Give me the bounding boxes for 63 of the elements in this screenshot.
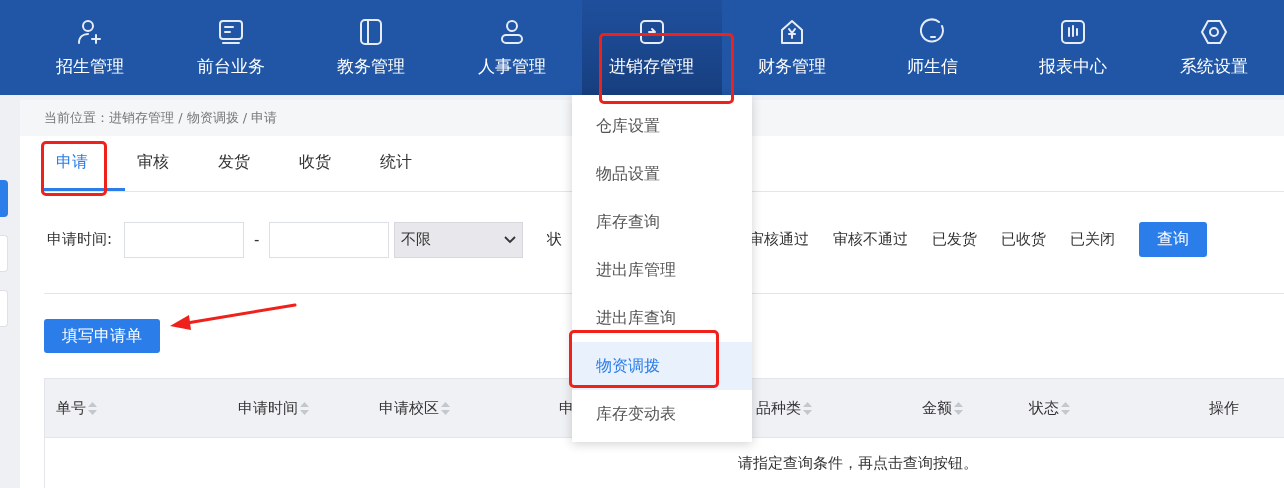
nav-label: 教务管理 bbox=[337, 55, 406, 78]
nav-label: 人事管理 bbox=[477, 55, 546, 78]
nav-item[interactable]: 师生信 bbox=[862, 0, 1004, 95]
column-header: 金额 bbox=[922, 398, 952, 418]
column-header: 品种类 bbox=[756, 398, 801, 418]
nav-item[interactable]: 前台业务 bbox=[160, 0, 301, 95]
column-header: 操作 bbox=[1209, 398, 1239, 418]
range-separator: - bbox=[254, 230, 260, 249]
empty-message: 请指定查询条件，再点击查询按钮。 bbox=[738, 453, 978, 473]
tab[interactable]: 统计 bbox=[368, 136, 449, 191]
sort-icon[interactable] bbox=[300, 401, 309, 415]
nav-item[interactable]: 人事管理 bbox=[441, 0, 582, 95]
sidebar-tab[interactable] bbox=[0, 290, 8, 327]
nav-item[interactable]: 报表中心 bbox=[1003, 0, 1144, 95]
nav-label: 报表中心 bbox=[1039, 55, 1108, 78]
tab[interactable]: 申请 bbox=[44, 136, 125, 191]
nav-label: 财务管理 bbox=[758, 55, 827, 78]
sort-icon[interactable] bbox=[88, 401, 97, 415]
nav-label: 招生管理 bbox=[56, 55, 125, 78]
date-field[interactable] bbox=[124, 221, 245, 258]
nav-item[interactable]: 教务管理 bbox=[300, 0, 442, 95]
column-header: 单号 bbox=[56, 398, 86, 418]
status-option[interactable]: 已发货 bbox=[932, 230, 978, 249]
menu-item[interactable]: 进出库查询 bbox=[572, 294, 752, 342]
status-option[interactable]: 已关闭 bbox=[1070, 230, 1116, 249]
menu-item[interactable]: 物资调拨 bbox=[572, 342, 752, 390]
menu-item[interactable]: 进出库管理 bbox=[572, 246, 752, 294]
range-select[interactable]: 不限 bbox=[394, 221, 524, 258]
nav-item[interactable]: 招生管理 bbox=[20, 0, 161, 95]
status-label: 状 bbox=[547, 230, 563, 249]
nav-item[interactable]: 进销存管理 bbox=[581, 0, 723, 95]
nav-label: 系统设置 bbox=[1179, 55, 1248, 78]
settings-icon bbox=[1198, 17, 1229, 47]
column-header: 申请时间 bbox=[238, 398, 298, 418]
menu-item[interactable]: 库存查询 bbox=[572, 198, 752, 246]
menu-item[interactable]: 物品设置 bbox=[572, 150, 752, 198]
chevron-icon bbox=[504, 235, 517, 244]
nav-label: 进销存管理 bbox=[609, 55, 695, 78]
status-option[interactable]: 审核不通过 bbox=[833, 230, 909, 249]
column-header: 申 bbox=[559, 398, 574, 418]
column-header: 状态 bbox=[1029, 398, 1059, 418]
tab[interactable]: 发货 bbox=[206, 136, 287, 191]
sort-icon[interactable] bbox=[441, 401, 450, 415]
menu-item[interactable]: 仓库设置 bbox=[572, 102, 752, 150]
sort-icon[interactable] bbox=[954, 401, 963, 415]
filter-label: 申请时间: bbox=[47, 230, 113, 249]
nav-label: 师生信 bbox=[907, 55, 959, 78]
nav-item[interactable]: 系统设置 bbox=[1143, 0, 1284, 95]
highlight-frame bbox=[41, 141, 107, 196]
search-button[interactable]: 查询 bbox=[1139, 222, 1208, 257]
sort-icon[interactable] bbox=[1061, 401, 1070, 415]
tab[interactable]: 收货 bbox=[287, 136, 368, 191]
sort-icon[interactable] bbox=[803, 401, 812, 415]
nav-item[interactable]: 财务管理 bbox=[722, 0, 863, 95]
column-header: 申请校区 bbox=[379, 398, 439, 418]
tab[interactable]: 审核 bbox=[125, 136, 206, 191]
menu-item[interactable]: 库存变动表 bbox=[572, 390, 752, 438]
status-option[interactable]: 已收货 bbox=[1001, 230, 1047, 249]
date-field[interactable] bbox=[269, 221, 390, 258]
sidebar-tab[interactable] bbox=[0, 235, 8, 272]
new-request-button[interactable]: 填写申请单 bbox=[44, 319, 160, 353]
nav-label: 前台业务 bbox=[196, 55, 265, 78]
sidebar-tab[interactable] bbox=[0, 180, 8, 217]
